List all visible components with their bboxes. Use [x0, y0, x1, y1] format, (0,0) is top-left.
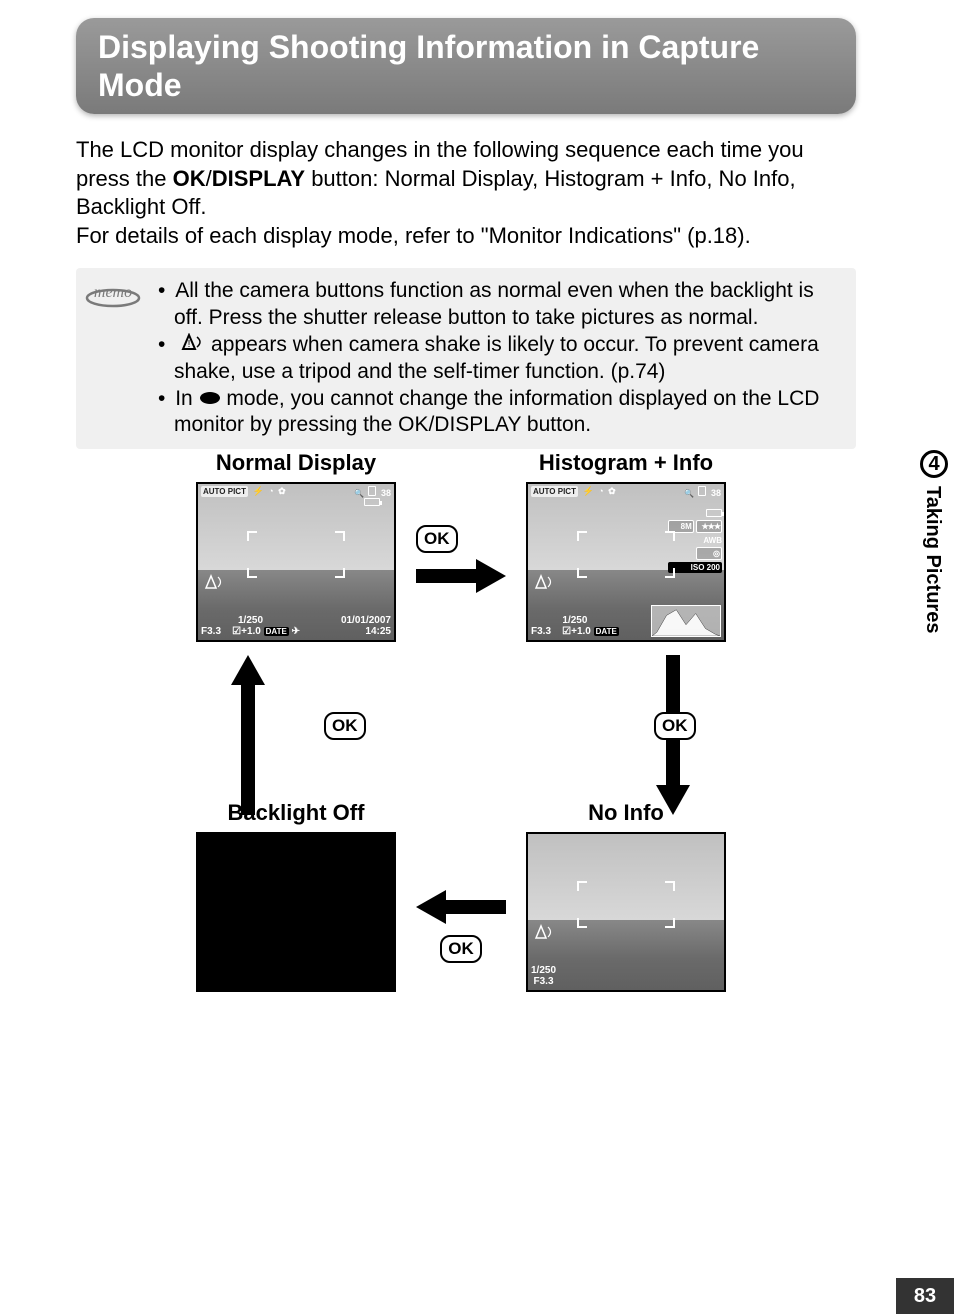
page-number: 83 — [896, 1278, 954, 1314]
ok-button-icon: OK — [416, 525, 458, 553]
backlight-off-group: Backlight Off — [196, 800, 396, 992]
noinfo-caption: No Info — [526, 800, 726, 826]
quality-stars-icon — [696, 520, 722, 533]
normal-caption: Normal Display — [196, 450, 396, 476]
normal-display-screen: AUTO PICT 38 — [196, 482, 396, 642]
memo-box: memo All the camera buttons function as … — [76, 268, 856, 449]
shake-indicator-icon — [531, 924, 555, 943]
magnify-icon — [684, 488, 694, 498]
shake-warning-icon: ! — [175, 332, 205, 359]
focus-brackets — [577, 881, 675, 928]
ev-comp: +1.0 — [571, 626, 591, 637]
flash-icon — [582, 486, 593, 496]
iso-value: ISO 200 — [668, 562, 722, 573]
white-balance: AWB — [668, 535, 722, 546]
magnify-icon — [354, 488, 364, 498]
ok-label: OK — [173, 166, 206, 191]
metering-icon: ◎ — [696, 547, 722, 560]
timer-icon — [268, 486, 273, 496]
backlight-off-screen — [196, 832, 396, 992]
display-label: DISPLAY — [212, 166, 305, 191]
backlight-caption: Backlight Off — [196, 800, 396, 826]
timer-icon — [598, 486, 603, 496]
svg-text:!: ! — [188, 339, 191, 350]
page: Displaying Shooting Information in Captu… — [0, 0, 954, 1314]
auto-pict-icon: AUTO PICT — [531, 486, 578, 497]
section-title: Displaying Shooting Information in Captu… — [98, 28, 834, 105]
arrow-right-top: OK — [416, 525, 506, 598]
section-title-banner: Displaying Shooting Information in Captu… — [76, 18, 856, 114]
arrow-up-left — [231, 655, 265, 820]
sd-card-icon — [698, 486, 706, 496]
flash-icon — [252, 486, 263, 496]
shutter-speed: 1/250 — [531, 965, 556, 976]
aperture: F3.3 — [531, 976, 556, 987]
no-info-group: No Info 1/250 F3.3 — [526, 800, 726, 992]
intro-line2: For details of each display mode, refer … — [76, 222, 846, 251]
shake-indicator-icon — [531, 574, 555, 593]
aperture: F3.3 — [201, 626, 221, 637]
shutter-speed: 1/250 — [201, 615, 300, 626]
no-info-screen: 1/250 F3.3 — [526, 832, 726, 992]
arrow-left-bottom: OK — [416, 890, 506, 963]
focus-brackets — [247, 531, 345, 578]
aperture: F3.3 — [531, 626, 551, 637]
histogram-display-group: Histogram + Info AUTO PICT 38 — [526, 450, 726, 642]
side-tab: 4 Taking Pictures — [906, 0, 954, 1314]
record-mode-icon — [199, 386, 221, 413]
shots-remaining: 38 — [711, 488, 721, 498]
memo-icon: memo — [82, 278, 144, 308]
ok-button-icon: OK — [654, 712, 696, 740]
shake-indicator-icon — [201, 574, 225, 593]
intro-paragraph: The LCD monitor display changes in the f… — [76, 136, 846, 250]
side-info-panel: 8M AWB ◎ ISO 200 — [668, 508, 722, 573]
memo-item-3: In mode, you cannot change the informati… — [158, 386, 842, 440]
focus-brackets — [577, 531, 675, 578]
histogram-caption: Histogram + Info — [526, 450, 726, 476]
memo-item-1: All the camera buttons function as norma… — [158, 278, 842, 332]
ok-button-icon: OK — [324, 712, 366, 740]
ok-button-icon: OK — [440, 935, 482, 963]
chapter-label: Taking Pictures — [921, 486, 944, 633]
shots-remaining: 38 — [381, 488, 391, 498]
date-badge: DATE — [264, 627, 289, 636]
ok-button-right: OK — [654, 712, 696, 740]
macro-icon — [608, 486, 616, 496]
histogram-display-screen: AUTO PICT 38 8M AWB — [526, 482, 726, 642]
display-cycle-diagram: Normal Display AUTO PICT 38 — [76, 450, 856, 1020]
sd-card-icon — [368, 486, 376, 496]
normal-display-group: Normal Display AUTO PICT 38 — [196, 450, 396, 642]
histogram-graph — [651, 605, 721, 637]
date-badge: DATE — [594, 627, 619, 636]
macro-icon — [278, 486, 286, 496]
auto-pict-icon: AUTO PICT — [201, 486, 248, 497]
shutter-speed: 1/250 — [531, 615, 619, 626]
ev-comp: +1.0 — [241, 626, 261, 637]
date: 01/01/2007 — [341, 615, 391, 626]
chapter-number-badge: 4 — [920, 450, 948, 478]
battery-icon — [706, 509, 722, 517]
battery-icon — [364, 498, 380, 506]
time: 14:25 — [341, 626, 391, 637]
memo-item-2: ! appears when camera shake is likely to… — [158, 332, 842, 386]
ok-button-left: OK — [324, 712, 366, 740]
